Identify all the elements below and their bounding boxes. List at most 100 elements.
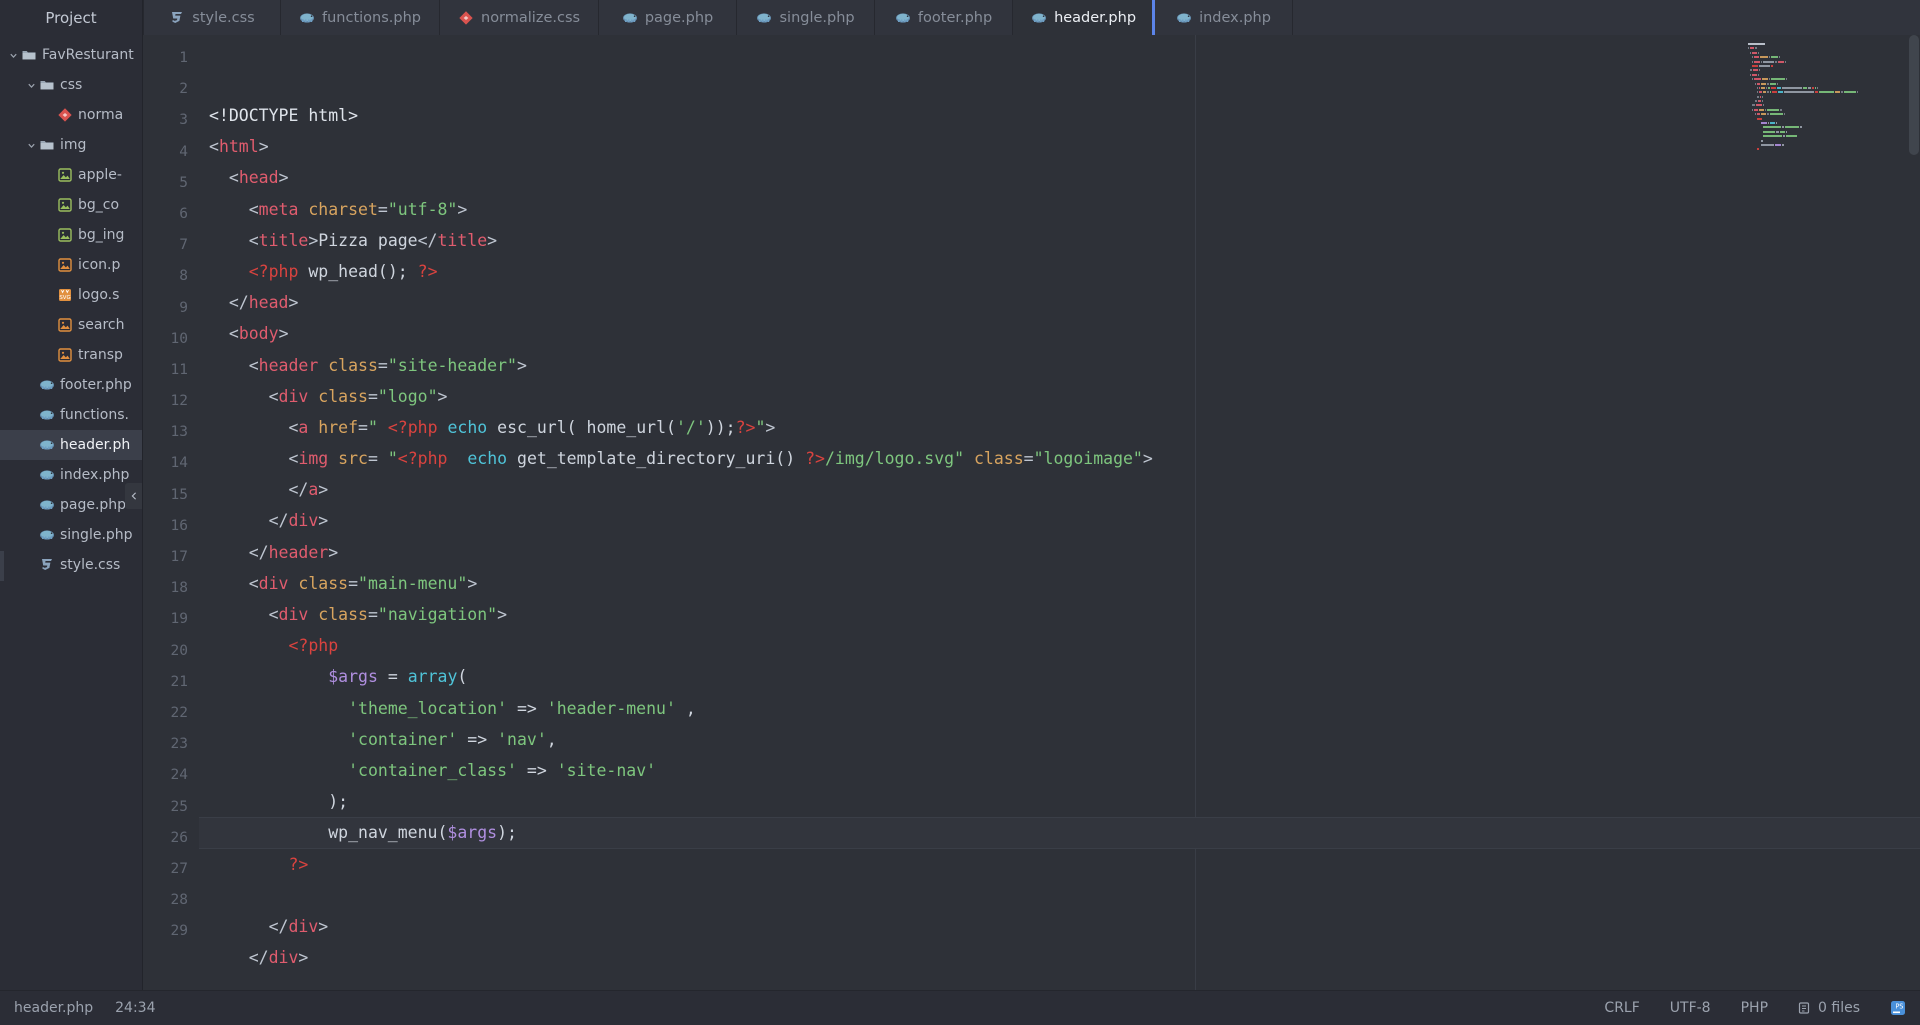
tab-header-php[interactable]: header.php [1013, 0, 1156, 35]
code-line[interactable]: 'container_class' => 'site-nav' [199, 755, 1920, 786]
code-line[interactable]: <header class="site-header"> [199, 350, 1920, 381]
php-file-icon [1176, 10, 1192, 26]
code-line[interactable]: 'container' => 'nav', [199, 724, 1920, 755]
project-tree-panel[interactable]: FavResturant css norma img apple-bg_co bg_ing… [0, 35, 143, 990]
project-tree[interactable]: FavResturant css norma img apple-bg_co bg_ing… [0, 40, 142, 580]
tree-node-pagephp[interactable]: page.php [0, 490, 142, 520]
tree-node-apple[interactable]: apple- [0, 160, 142, 190]
code-line[interactable]: <div class="logo"> [199, 381, 1920, 412]
project-panel-header[interactable]: Project [0, 0, 143, 35]
code-line[interactable] [199, 880, 1920, 911]
code-token: wp_head(); [298, 261, 418, 281]
tree-node-functions[interactable]: functions. [0, 400, 142, 430]
vertical-scrollbar-thumb[interactable] [1909, 35, 1919, 155]
code-line[interactable]: </div> [199, 911, 1920, 942]
code-line[interactable]: <img src= "<?php echo get_template_direc… [199, 443, 1920, 474]
code-token: < [209, 573, 259, 593]
code-token: , [675, 698, 696, 718]
code-line[interactable]: <?php wp_head(); ?> [199, 256, 1920, 287]
tree-node-indexphp[interactable]: index.php [0, 460, 142, 490]
code-token: < [209, 324, 239, 344]
line-number: 17 [170, 549, 188, 565]
code-line[interactable]: wp_nav_menu($args); [199, 817, 1920, 849]
code-line[interactable]: </a> [199, 474, 1920, 505]
tab-functions-php[interactable]: functions.php [281, 0, 440, 35]
tree-node-label: header.ph [60, 437, 131, 453]
code-token: > [765, 417, 776, 437]
tab-single-php[interactable]: single.php [737, 0, 876, 35]
chevron-down-icon [24, 141, 38, 150]
code-line[interactable] [199, 973, 1920, 990]
code-line[interactable]: ?> [199, 849, 1920, 880]
code-line[interactable]: </head> [199, 287, 1920, 318]
tree-node-search[interactable]: search [0, 310, 142, 340]
code-token: "logoimage" [1033, 449, 1143, 469]
tree-node-label: norma [78, 107, 124, 123]
tree-node-css[interactable]: css [0, 70, 142, 100]
minimap[interactable] [1740, 35, 1920, 157]
line-number: 21 [170, 673, 188, 690]
line-number: 23 [170, 736, 188, 753]
status-vcs[interactable]: 0 files [1798, 1000, 1860, 1016]
code-line[interactable]: <title>Pizza page</title> [199, 225, 1920, 256]
code-line[interactable]: ); [199, 786, 1920, 817]
code-line[interactable]: <meta charset="utf-8"> [199, 194, 1920, 225]
tree-node-footerphp[interactable]: footer.php [0, 370, 142, 400]
tree-node-headerph[interactable]: header.ph [0, 430, 142, 460]
status-language[interactable]: PHP [1741, 1000, 1768, 1016]
tab-footer-php[interactable]: footer.php [875, 0, 1014, 35]
code-line[interactable]: <?php [199, 630, 1920, 661]
tree-node-singlephp[interactable]: single.php [0, 520, 142, 550]
code-line[interactable]: 'theme_location' => 'header-menu' , [199, 693, 1920, 724]
tab-page-php[interactable]: page.php [599, 0, 738, 35]
code-line[interactable]: <head> [199, 162, 1920, 193]
code-line[interactable]: <body> [199, 318, 1920, 349]
status-caret-position[interactable]: 24:34 [115, 1000, 155, 1016]
code-line[interactable]: <html> [199, 131, 1920, 162]
node-type-icon [56, 107, 74, 123]
status-ide-indicator[interactable]: PS [1890, 1000, 1906, 1016]
tree-node-favresturant[interactable]: FavResturant [0, 40, 142, 70]
tree-node-bging[interactable]: bg_ing [0, 220, 142, 250]
tree-node-norma[interactable]: norma [0, 100, 142, 130]
code-content[interactable]: <!DOCTYPE html> <html> <head> <meta chars… [199, 35, 1920, 990]
code-token: get_template_directory_uri() [507, 449, 806, 469]
tree-node-img[interactable]: img [0, 130, 142, 160]
code-editor[interactable]: 1 2 3 4 5 6 7 8 9 10 11 12 13 14 15 16 17 18 19 20 21 22 23 24 2… [143, 35, 1920, 990]
project-panel-title: Project [45, 8, 97, 27]
code-line[interactable]: <div class="navigation"> [199, 599, 1920, 630]
code-token: </ [209, 542, 269, 562]
collapse-sidebar-button[interactable] [125, 483, 142, 509]
code-line[interactable]: </div> [199, 505, 1920, 536]
status-line-separator[interactable]: CRLF [1604, 1000, 1639, 1016]
tab-style-css[interactable]: style.css [143, 0, 281, 35]
code-line[interactable]: <div class="main-menu"> [199, 568, 1920, 599]
node-type-icon [38, 437, 56, 453]
tree-node-iconp[interactable]: icon.p [0, 250, 142, 280]
css-normalize-file-icon [57, 107, 73, 123]
code-token: => [457, 729, 498, 749]
node-type-icon [56, 227, 74, 243]
tab-normalize-css[interactable]: normalize.css [440, 0, 600, 35]
code-token: "logo" [377, 386, 438, 406]
tree-node-bgco[interactable]: bg_co [0, 190, 142, 220]
minimap-line [1748, 86, 1910, 89]
code-token: > [457, 199, 468, 219]
code-line[interactable]: $args = array( [199, 661, 1920, 692]
code-token: div [278, 386, 319, 406]
tab-index-php[interactable]: index.php [1155, 0, 1294, 35]
code-line[interactable]: </header> [199, 537, 1920, 568]
top-row: Project style.css functions.php normalize.… [0, 0, 1920, 35]
tree-node-transp[interactable]: transp [0, 340, 142, 370]
code-token: charset [308, 199, 378, 219]
status-encoding[interactable]: UTF-8 [1670, 1000, 1711, 1016]
tree-node-stylecss[interactable]: style.css [0, 550, 142, 580]
editor-tab-bar[interactable]: style.css functions.php normalize.css page.… [143, 0, 1920, 35]
code-line[interactable]: <a href=" <?php echo esc_url( home_url('… [199, 412, 1920, 443]
code-line[interactable]: <!DOCTYPE html> [199, 100, 1920, 131]
tree-node-logos[interactable]: SVG logo.s [0, 280, 142, 310]
code-line[interactable]: </div> [199, 942, 1920, 973]
code-token: > [328, 542, 339, 562]
